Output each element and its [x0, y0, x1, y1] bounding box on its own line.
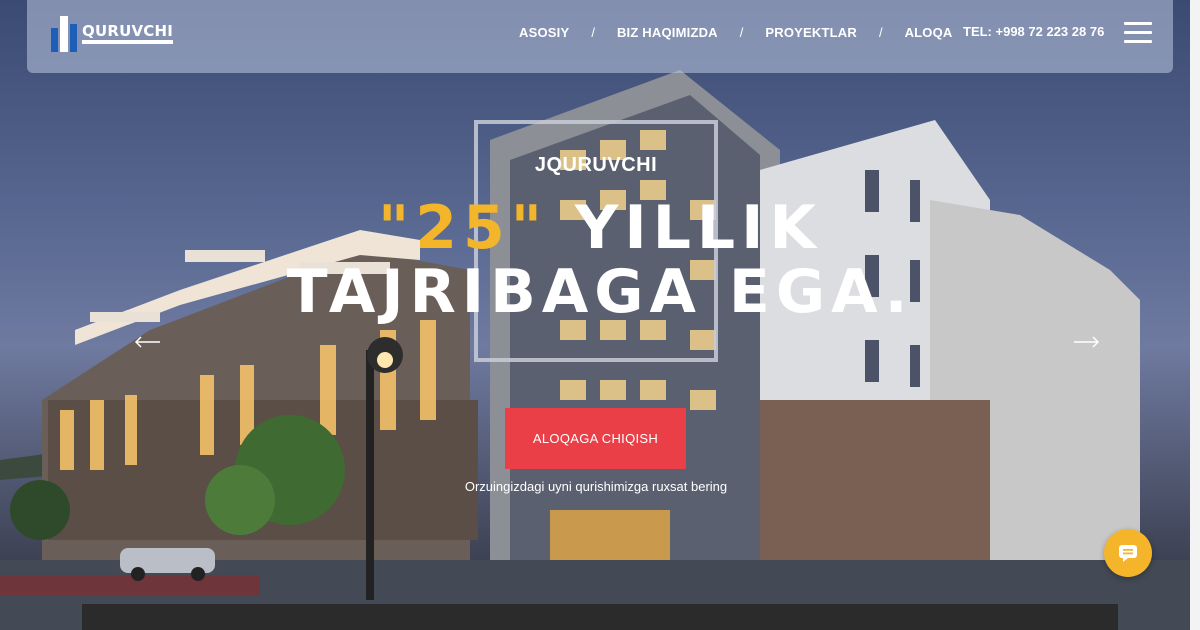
phone-number[interactable]: TEL: +998 72 223 28 76 — [963, 24, 1104, 39]
headline-accent: "25" — [378, 193, 549, 263]
logo[interactable]: QURUVCHI — [49, 13, 174, 53]
nav-separator: / — [878, 24, 883, 40]
nav-item-asosiy[interactable]: ASOSIY — [519, 25, 569, 40]
building-logo-icon — [49, 14, 79, 52]
headline-line2: TAJRIBAGA EGA. — [286, 257, 914, 327]
hero-headline: "25" YILLIK TAJRIBAGA EGA. — [0, 196, 1200, 324]
nav-separator: / — [591, 24, 595, 40]
hero-tagline: Orzuingizdagi uyni qurishimizga ruxsat b… — [464, 479, 728, 494]
nav-item-biz-haqimizda[interactable]: BIZ HAQIMIZDA — [617, 25, 718, 40]
bottom-bar — [82, 604, 1118, 630]
logo-text: QURUVCHI — [82, 23, 174, 44]
contact-button[interactable]: ALOQAGA CHIQISH — [505, 408, 686, 469]
nav-separator: / — [739, 24, 744, 40]
site-header: QURUVCHI ASOSIY / BIZ HAQIMIZDA / PROYEK… — [27, 0, 1173, 73]
headline-line1: YILLIK — [548, 193, 822, 263]
nav-item-aloqa[interactable]: ALOQA — [905, 25, 953, 40]
scrollbar-strip — [1190, 0, 1200, 630]
nav-item-proyektlar[interactable]: PROYEKTLAR — [765, 25, 857, 40]
hero-subtitle: JQURUVCHI — [534, 154, 658, 176]
chat-button[interactable] — [1104, 529, 1152, 577]
main-nav: ASOSIY / BIZ HAQIMIZDA / PROYEKTLAR / AL… — [519, 22, 953, 42]
hamburger-icon[interactable] — [1124, 22, 1152, 44]
arrow-left-icon[interactable] — [133, 333, 161, 351]
chat-icon — [1119, 545, 1137, 562]
arrow-right-icon[interactable] — [1073, 333, 1101, 351]
